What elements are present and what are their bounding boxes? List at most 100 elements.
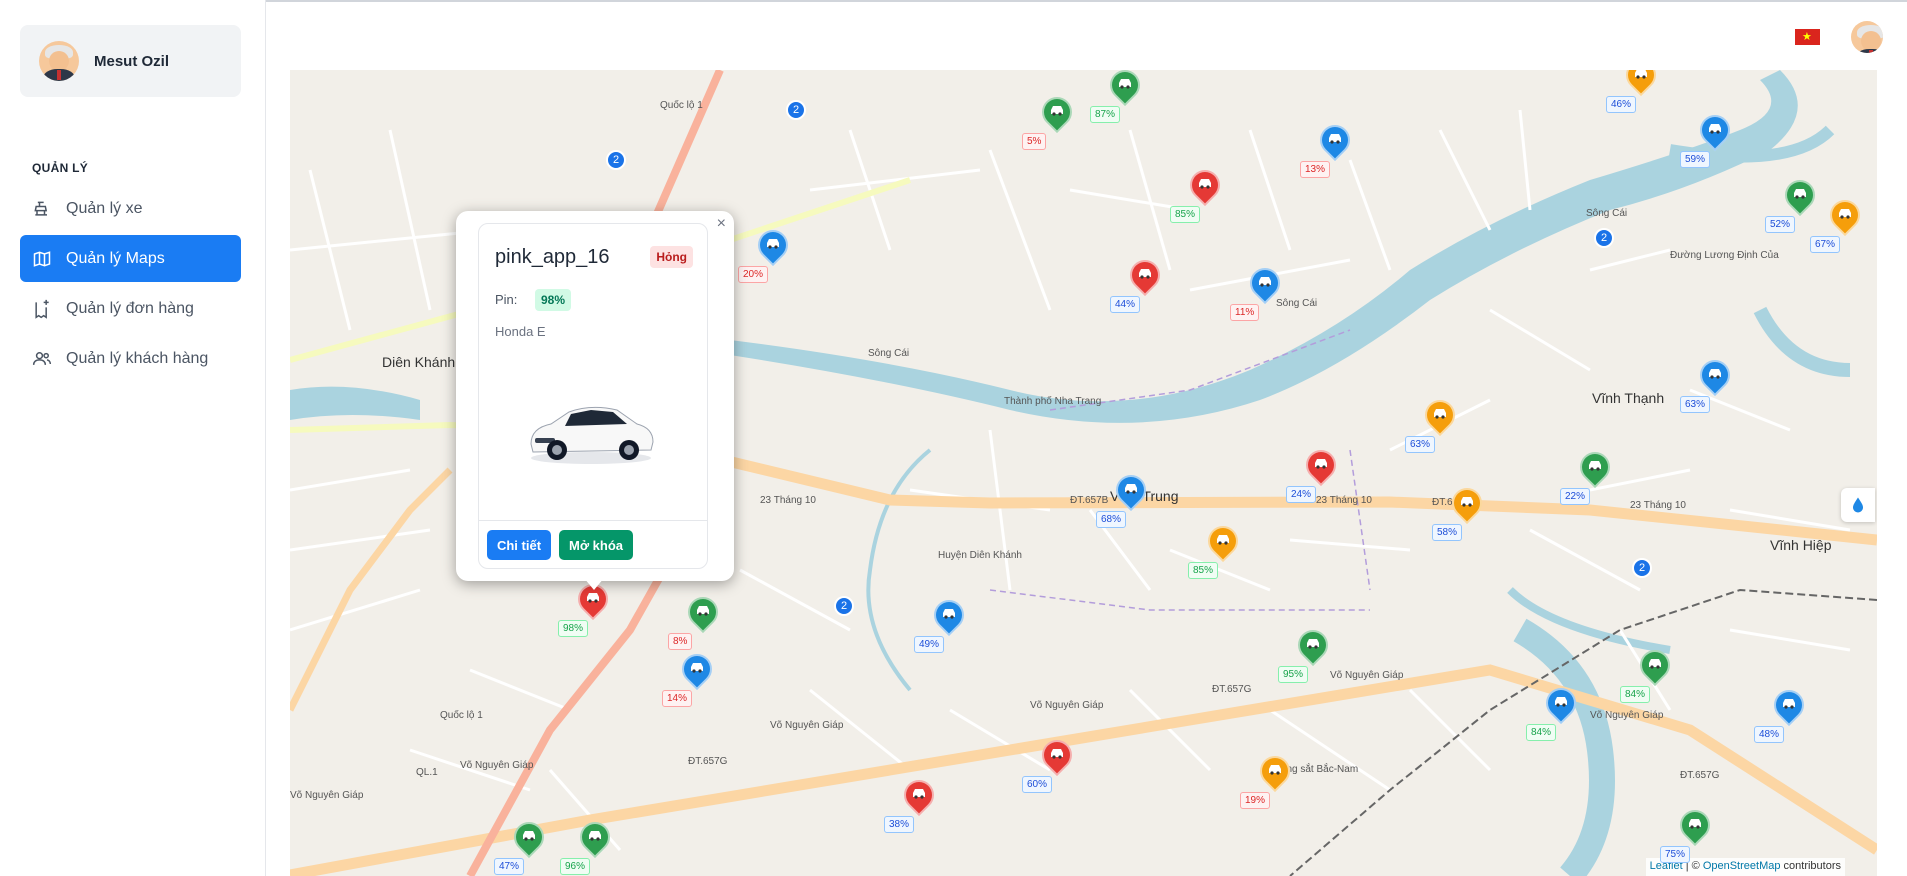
marker-cluster[interactable]: 2 [786, 100, 806, 120]
battery-label: Pin: [495, 292, 518, 307]
vehicle-marker[interactable] [1693, 108, 1737, 155]
road-label: Võ Nguyên Giáp [1590, 710, 1664, 721]
vehicle-marker[interactable] [751, 223, 795, 270]
section-label: QUẢN LÝ [32, 161, 89, 175]
vehicle-marker[interactable] [1291, 623, 1335, 670]
car-icon [1434, 409, 1446, 419]
road-label: Huyện Diên Khánh [938, 550, 1022, 561]
road-label: ĐT.657G [1212, 684, 1252, 695]
vehicle-marker[interactable] [1573, 445, 1617, 492]
sidebar-item-orders[interactable]: Quản lý đơn hàng [20, 285, 241, 332]
vehicle-marker[interactable] [681, 590, 725, 637]
road-label: QL.1 [416, 767, 438, 778]
vehicle-marker[interactable] [1123, 253, 1167, 300]
popup-divider [479, 520, 707, 521]
popup-close-button[interactable]: × [717, 215, 726, 233]
battery-badge: 8% [668, 633, 693, 650]
unlock-button[interactable]: Mở khóa [559, 530, 633, 560]
sidebar-item-label: Quản lý khách hàng [66, 349, 209, 367]
sidebar-item-label: Quản lý xe [66, 199, 143, 217]
battery-badge: 96% [560, 858, 591, 875]
car-icon [1689, 819, 1701, 829]
vehicle-marker[interactable] [1445, 481, 1489, 528]
battery-badge: 48% [1754, 726, 1785, 743]
vehicle-marker[interactable] [1767, 683, 1811, 730]
vehicle-marker[interactable] [573, 815, 617, 862]
vehicle-marker[interactable] [1693, 353, 1737, 400]
marker-cluster[interactable]: 2 [1632, 558, 1652, 578]
sidebar-item-customers[interactable]: Quản lý khách hàng [20, 335, 241, 382]
vehicle-name: pink_app_16 [495, 246, 610, 268]
vehicle-marker[interactable] [927, 593, 971, 640]
battery-badge: 11% [1230, 304, 1260, 321]
detail-button[interactable]: Chi tiết [487, 530, 551, 560]
vehicle-marker[interactable] [1109, 468, 1153, 515]
vehicle-marker[interactable] [507, 815, 551, 862]
marker-cluster[interactable]: 2 [834, 596, 854, 616]
vehicle-marker[interactable] [1103, 70, 1147, 110]
battery-badge: 49% [914, 636, 945, 653]
car-icon [1329, 134, 1341, 144]
top-header: ★ [266, 0, 1907, 70]
car-icon [1307, 639, 1319, 649]
sidebar: Mesut Ozil QUẢN LÝ Quản lý xe Quản lý Ma… [0, 0, 266, 876]
road-label: Võ Nguyên Giáp [770, 720, 844, 731]
car-icon [1119, 79, 1131, 89]
marker-cluster[interactable]: 2 [606, 150, 626, 170]
vehicle-marker[interactable] [1253, 749, 1297, 796]
user-card[interactable]: Mesut Ozil [20, 25, 241, 97]
header-avatar[interactable] [1851, 21, 1883, 53]
battery-badge: 63% [1405, 436, 1436, 453]
vietnam-flag-icon[interactable]: ★ [1795, 29, 1820, 45]
battery-badge: 84% [1620, 686, 1651, 703]
battery-badge: 68% [1096, 511, 1127, 528]
sidebar-item-vehicles[interactable]: Quản lý xe [20, 185, 241, 232]
battery-badge: 46% [1606, 96, 1637, 113]
osm-link[interactable]: OpenStreetMap [1703, 860, 1781, 872]
vehicle-marker[interactable] [1035, 90, 1079, 137]
vehicle-marker[interactable] [1823, 193, 1867, 240]
vehicle-marker[interactable] [1313, 118, 1357, 165]
vehicle-marker[interactable] [1035, 733, 1079, 780]
vehicle-marker[interactable] [1201, 519, 1245, 566]
battery-badge: 67% [1810, 236, 1841, 253]
road-label: 23 Tháng 10 [1316, 495, 1372, 506]
marker-cluster[interactable]: 2 [1594, 228, 1614, 248]
car-icon [691, 663, 703, 673]
vehicle-marker[interactable] [1633, 643, 1677, 690]
vehicle-marker[interactable] [571, 577, 615, 624]
flag-star: ★ [1802, 31, 1812, 43]
battery-badge: 98% [535, 289, 572, 311]
vehicle-marker[interactable] [1418, 393, 1462, 440]
vehicle-marker[interactable] [897, 773, 941, 820]
car-icon [1259, 277, 1271, 287]
vehicle-marker[interactable] [675, 647, 719, 694]
vehicle-marker[interactable] [1673, 803, 1717, 850]
battery-badge: 24% [1286, 486, 1317, 503]
road-label: Quốc lộ 1 [660, 100, 703, 111]
road-label: Võ Nguyên Giáp [1030, 700, 1104, 711]
car-icon [523, 831, 535, 841]
car-icon [1315, 459, 1327, 469]
battery-badge: 5% [1022, 133, 1047, 150]
car-icon [1589, 461, 1601, 471]
locate-button[interactable] [1841, 488, 1875, 522]
vehicle-marker[interactable] [1539, 681, 1583, 728]
vehicle-marker[interactable] [1299, 443, 1343, 490]
vehicle-marker[interactable] [1183, 163, 1227, 210]
car-icon [1635, 70, 1647, 79]
battery-badge: 75% [1660, 846, 1691, 863]
place-label: Vĩnh Thạnh [1592, 390, 1665, 406]
car-icon [1217, 535, 1229, 545]
battery-badge: 20% [738, 266, 769, 283]
battery-badge: 95% [1278, 666, 1309, 683]
battery-badge: 44% [1110, 296, 1141, 313]
sidebar-item-label: Quản lý Maps [66, 249, 165, 267]
road-label: Đường Lương Định Của [1670, 250, 1779, 261]
sidebar-item-maps[interactable]: Quản lý Maps [20, 235, 241, 282]
user-name: Mesut Ozil [94, 52, 170, 70]
battery-badge: 63% [1680, 396, 1711, 413]
vehicle-marker[interactable] [1243, 261, 1287, 308]
vehicle-marker[interactable] [1778, 173, 1822, 220]
battery-badge: 13% [1300, 161, 1331, 178]
